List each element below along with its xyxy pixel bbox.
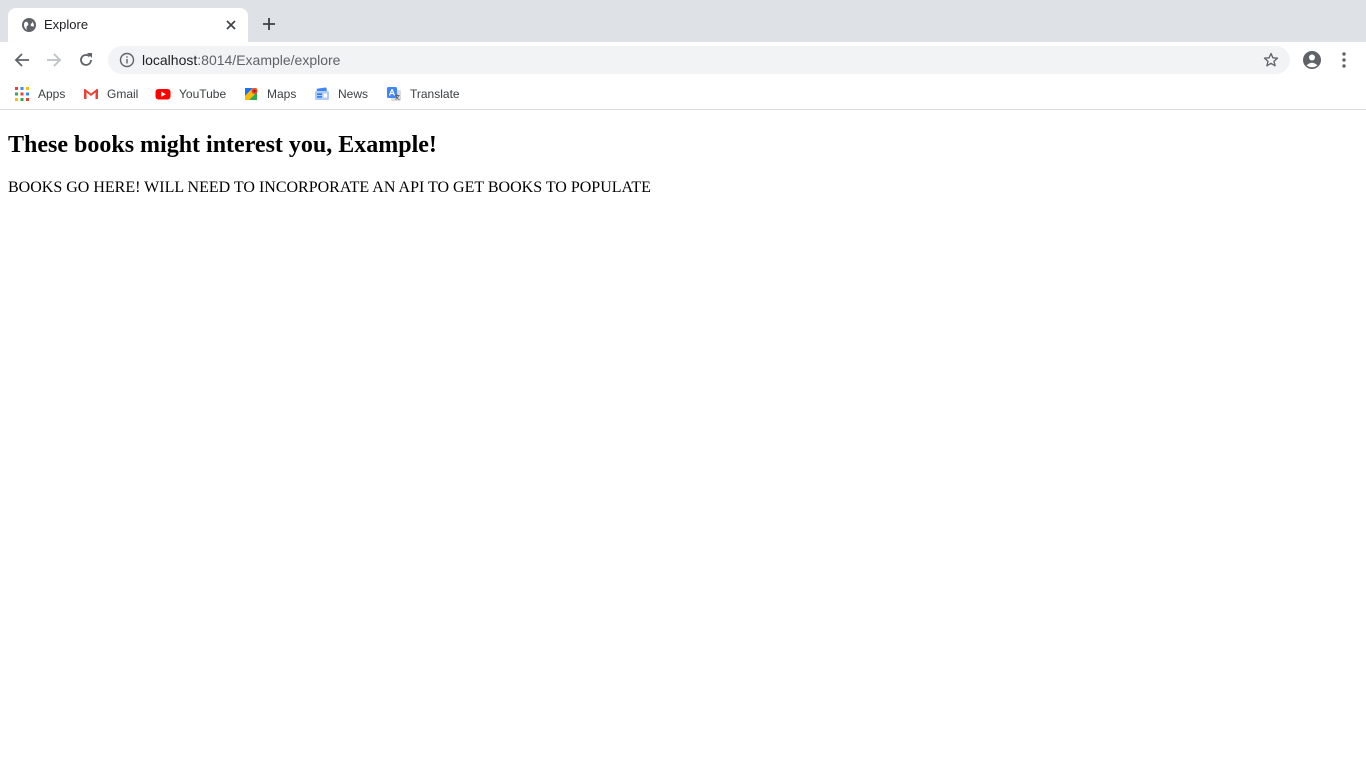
maps-icon: [243, 86, 259, 102]
address-host: localhost: [142, 52, 198, 68]
bookmark-label: Apps: [38, 87, 66, 101]
bookmark-label: YouTube: [179, 87, 227, 101]
tab-explore[interactable]: Explore: [8, 8, 248, 42]
page-body-text: BOOKS GO HERE! WILL NEED TO INCORPORATE …: [8, 179, 651, 196]
bookmark-star-icon[interactable]: [1263, 52, 1279, 68]
bookmark-label: Gmail: [107, 87, 139, 101]
reload-icon[interactable]: [76, 50, 96, 70]
bookmark-translate[interactable]: Translate: [386, 85, 460, 103]
bookmark-label: Translate: [410, 87, 460, 101]
bookmarks-bar: Apps Gmail YouTube Maps News Translate: [0, 78, 1366, 110]
new-tab-icon[interactable]: [259, 14, 279, 34]
news-icon: [314, 86, 330, 102]
more-menu-icon[interactable]: [1336, 50, 1352, 70]
browser-toolbar: localhost:8014/Example/explore: [0, 42, 1366, 78]
translate-icon: [386, 86, 402, 102]
bookmark-apps[interactable]: Apps: [14, 85, 65, 103]
globe-icon: [21, 17, 37, 33]
close-tab-icon[interactable]: [223, 17, 239, 33]
gmail-icon: [83, 86, 99, 102]
apps-grid-icon: [14, 86, 30, 102]
bookmark-label: News: [338, 87, 369, 101]
profile-avatar-icon[interactable]: [1302, 50, 1322, 70]
site-info-icon[interactable]: [119, 52, 135, 68]
address-bar[interactable]: localhost:8014/Example/explore: [108, 46, 1290, 74]
tab-strip: Explore: [0, 0, 1366, 42]
tab-title: Explore: [44, 17, 89, 32]
address-path: :8014/Example/explore: [197, 52, 341, 68]
bookmark-gmail[interactable]: Gmail: [83, 85, 138, 103]
page-heading: These books might interest you, Example!: [8, 132, 437, 158]
bookmark-youtube[interactable]: YouTube: [155, 85, 226, 103]
page-content: These books might interest you, Example!…: [0, 111, 1366, 768]
back-arrow-icon[interactable]: [12, 50, 32, 70]
bookmark-news[interactable]: News: [314, 85, 368, 103]
address-url[interactable]: localhost:8014/Example/explore: [142, 52, 340, 68]
bookmark-label: Maps: [267, 87, 297, 101]
forward-arrow-icon[interactable]: [44, 50, 64, 70]
youtube-icon: [155, 86, 171, 102]
bookmark-maps[interactable]: Maps: [243, 85, 296, 103]
